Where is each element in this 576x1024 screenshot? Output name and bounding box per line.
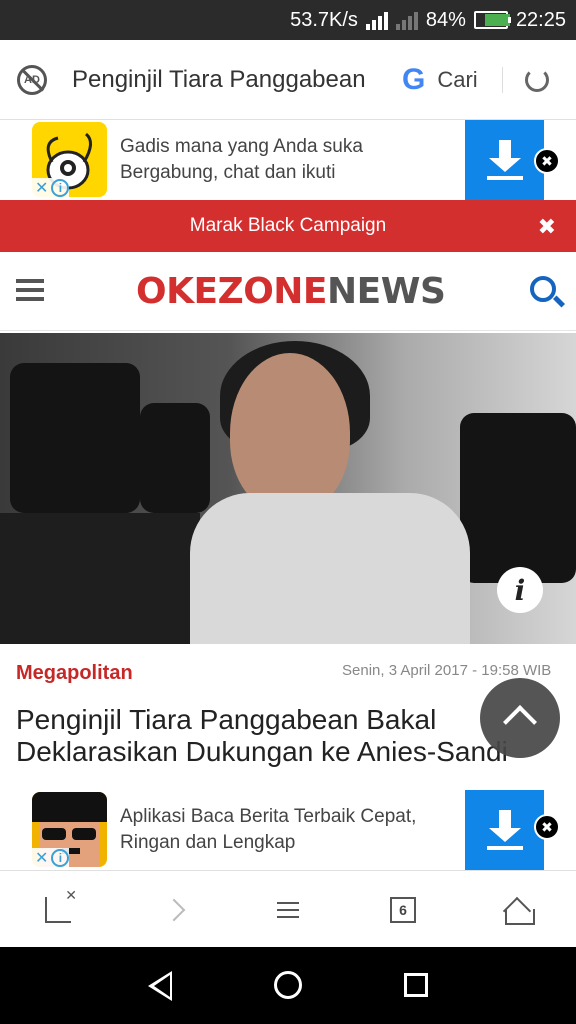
download-icon [486,140,523,180]
scroll-to-top-button[interactable] [480,678,560,758]
ad-line-2: Bergabung, chat dan ikuti [120,162,336,183]
photo-chair [140,403,210,513]
logo-okezone: OKEZONE [136,271,328,312]
ad-text[interactable]: Gadis mana yang Anda suka Bergabung, cha… [120,134,450,186]
ad-text[interactable]: Aplikasi Baca Berita Terbaik Cepat, Ring… [120,804,450,856]
article-photo: i [0,333,576,644]
tabs-icon: 6 [390,896,416,923]
photo-info-icon[interactable]: i [497,567,543,613]
photo-chair [460,413,576,583]
reload-icon[interactable] [524,67,549,92]
download-button[interactable] [465,120,544,200]
search-icon[interactable] [530,276,556,302]
close-tab-button[interactable]: ✕ [18,871,98,948]
menu-icon [277,897,299,923]
ad-dismiss-icon[interactable]: ✕ [32,178,51,198]
home-icon [505,897,535,925]
back-icon[interactable] [148,971,172,1001]
promo-banner[interactable]: Marak Black Campaign ✖ [0,200,576,252]
close-tab-icon: ✕ [45,887,77,923]
ad-info-icon[interactable]: i [51,179,70,197]
recent-apps-icon[interactable] [404,973,428,997]
address-bar: AD Penginjil Tiara Panggabean G Cari [0,40,576,120]
menu-button[interactable] [248,871,328,948]
logo-news: NEWS [327,271,446,312]
clock: 22:25 [515,8,566,31]
home-button[interactable] [478,871,558,948]
ad-choices[interactable]: ✕ i [32,848,70,868]
network-speed: 53.7K/s [290,8,358,31]
system-navigation-bar [0,947,576,1024]
ad-dismiss-icon[interactable]: ✕ [32,848,51,868]
photo-person-shirt [190,493,470,644]
home-circle-icon[interactable] [274,971,302,999]
divider [501,66,503,93]
site-logo[interactable]: OKEZONENEWS [136,271,446,312]
ad-info-icon[interactable]: i [51,849,70,867]
battery-percent: 84% [425,8,466,31]
signal-secondary-icon [395,10,418,30]
article-date: Senin, 3 April 2017 - 19:58 WIB [342,662,552,679]
battery-icon [473,11,511,29]
search-button[interactable]: Cari [437,67,477,93]
article-category[interactable]: Megapolitan [16,662,133,685]
close-icon[interactable]: ✖ [538,214,556,240]
promo-text[interactable]: Marak Black Campaign [190,215,386,237]
download-icon [486,810,523,850]
ad-banner-top[interactable]: Gadis mana yang Anda suka Bergabung, cha… [0,120,576,200]
ad-banner-bottom[interactable]: Aplikasi Baca Berita Terbaik Cepat, Ring… [0,790,576,870]
ad-line-1: Gadis mana yang Anda suka [120,136,363,157]
address-input[interactable]: Penginjil Tiara Panggabean [72,66,382,94]
forward-icon [162,898,186,921]
ad-line-2: Ringan dan Lengkap [120,832,296,853]
status-bar: 53.7K/s 84% 22:25 [0,0,576,40]
forward-button[interactable] [134,871,214,948]
ad-line-1: Aplikasi Baca Berita Terbaik Cepat, [120,806,417,827]
browser-toolbar: ✕ 6 [0,870,576,947]
site-header: OKEZONENEWS [0,253,576,331]
photo-person-face [230,353,350,513]
photo-chair [10,363,140,513]
ad-block-icon[interactable]: AD [17,64,47,95]
tabs-button[interactable]: 6 [363,871,443,948]
hamburger-menu-icon[interactable] [16,279,44,301]
ad-close-icon[interactable]: ✖ [534,814,560,840]
ad-close-icon[interactable]: ✖ [534,148,560,174]
article-headline: Penginjil Tiara Panggabean Bakal Deklara… [16,704,508,767]
ad-choices[interactable]: ✕ i [32,178,70,198]
signal-icon [365,10,388,30]
google-icon: G [402,62,426,96]
photo-table [0,513,200,644]
download-button[interactable] [465,790,544,870]
